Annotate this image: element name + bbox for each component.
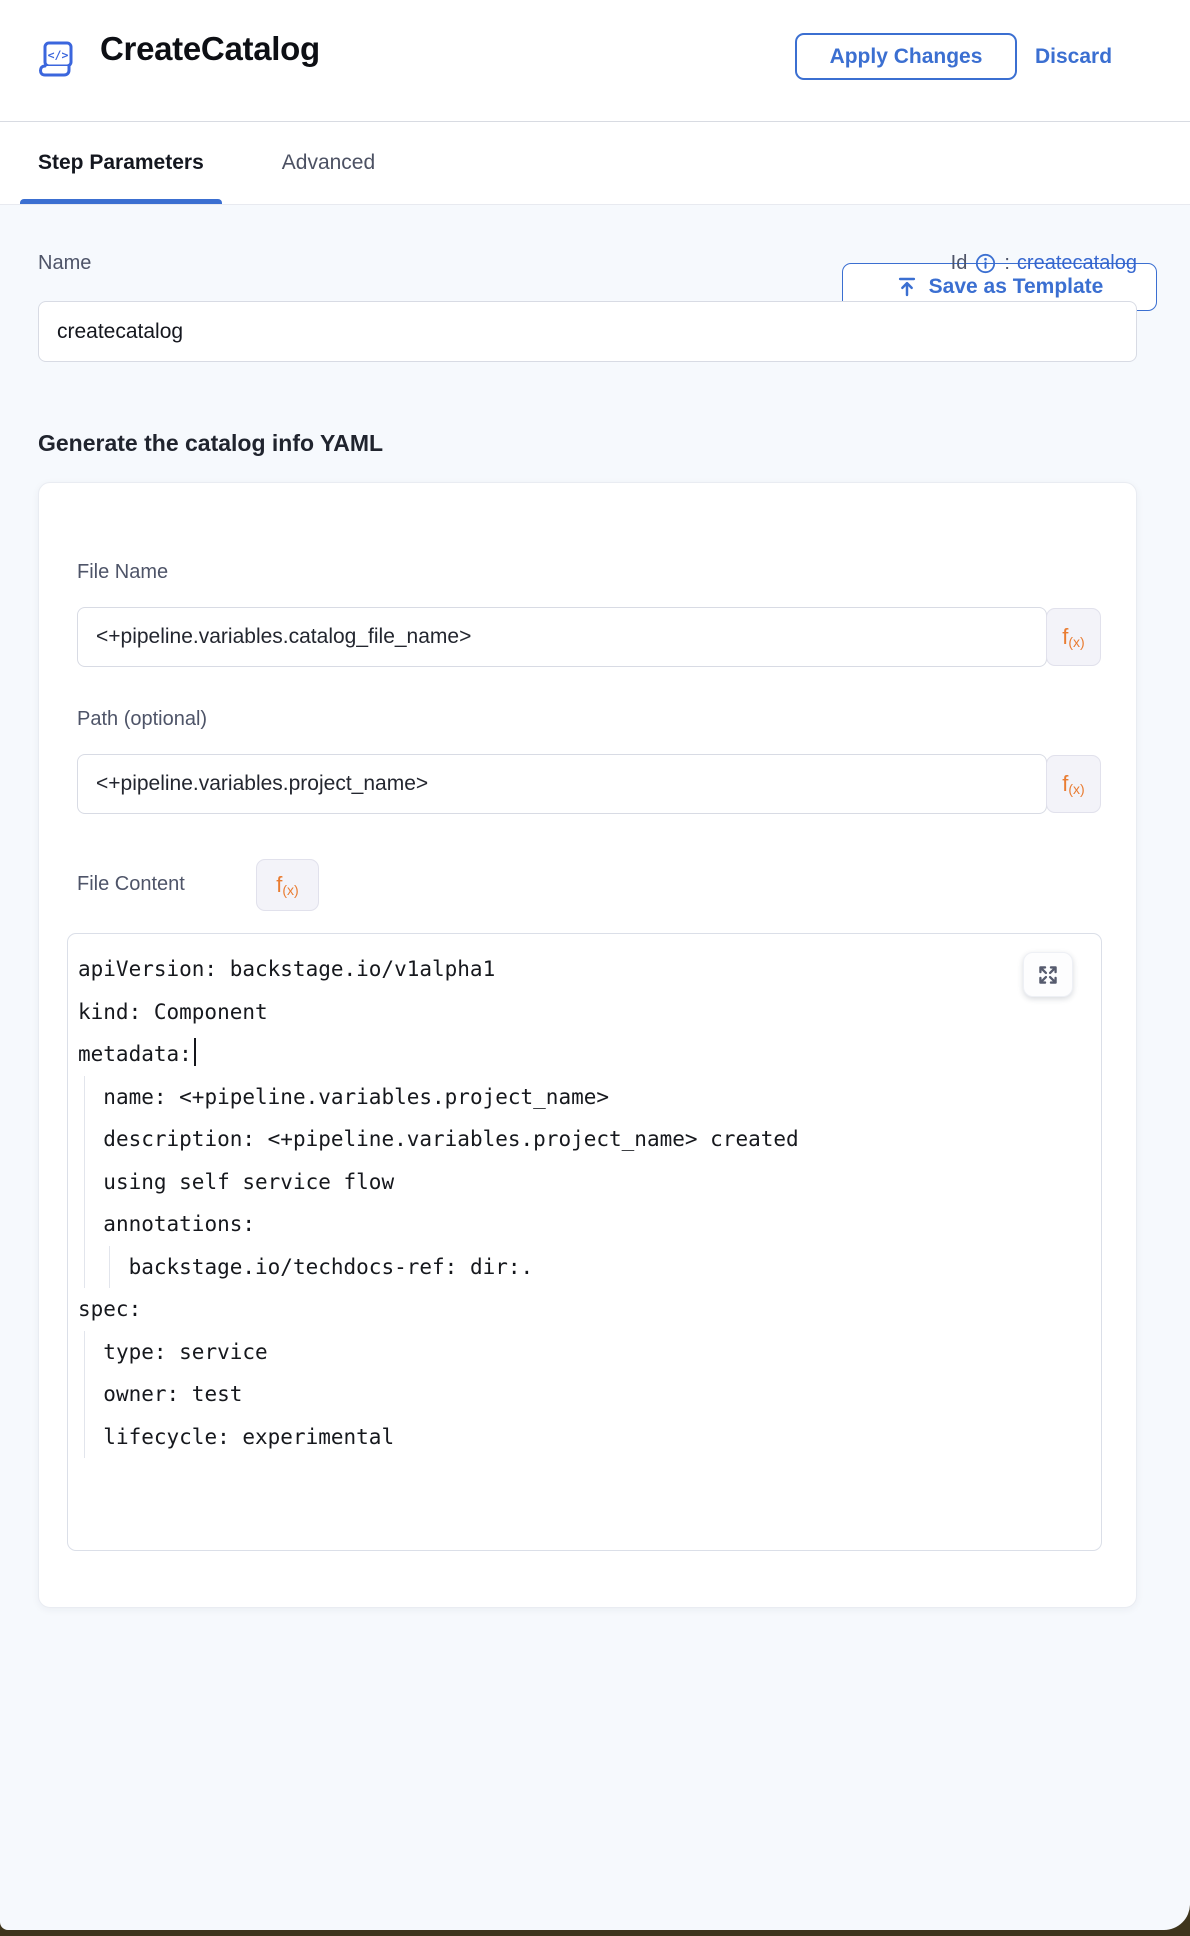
- code-line: lifecycle: experimental: [68, 1416, 1101, 1459]
- tab-label: Step Parameters: [38, 151, 204, 175]
- indent-guide: [84, 1373, 85, 1416]
- tab-bar: Step ParametersAdvanced Save as Template: [0, 122, 1190, 205]
- path-fx-button[interactable]: f(x): [1046, 755, 1101, 813]
- id-value: createcatalog: [1017, 252, 1137, 275]
- indent-guide: [84, 1161, 85, 1204]
- tab-step-parameters[interactable]: Step Parameters: [38, 122, 204, 204]
- step-fields-card: File Name f(x) Path (optional) f(x) File…: [38, 482, 1137, 1608]
- indent-guide: [84, 1331, 85, 1374]
- file-name-label: File Name: [77, 561, 168, 584]
- code-text: metadata:: [68, 1033, 192, 1076]
- upload-icon: [896, 276, 918, 298]
- tab-list: Step Parameters Advanced: [38, 122, 375, 204]
- path-label: Path (optional): [77, 708, 207, 731]
- code-text: backstage.io/techdocs-ref: dir:.: [68, 1246, 533, 1289]
- id-separator: :: [1004, 252, 1010, 275]
- code-text: name: <+pipeline.variables.project_name>: [68, 1076, 609, 1119]
- indent-guide: [84, 1203, 85, 1246]
- save-as-template-label: Save as Template: [929, 275, 1104, 299]
- tab-advanced[interactable]: Advanced: [282, 122, 375, 204]
- code-text: kind: Component: [68, 991, 268, 1034]
- expand-editor-button[interactable]: [1023, 952, 1073, 997]
- code-text: annotations:: [68, 1203, 255, 1246]
- indent-guide: [84, 1416, 85, 1459]
- id-row: Id : createcatalog: [951, 252, 1137, 275]
- discard-button[interactable]: Discard: [1035, 45, 1112, 69]
- file-content-fx-button[interactable]: f(x): [256, 859, 319, 911]
- file-content-code-editor[interactable]: apiVersion: backstage.io/v1alpha1kind: C…: [67, 933, 1102, 1551]
- info-icon[interactable]: [974, 252, 997, 275]
- code-line: description: <+pipeline.variables.projec…: [68, 1118, 1101, 1161]
- code-line: apiVersion: backstage.io/v1alpha1: [68, 948, 1101, 991]
- id-label: Id: [951, 252, 968, 275]
- step-config-panel: </> CreateCatalog Apply Changes Discard …: [0, 0, 1190, 1930]
- fullscreen-expand-icon: [1037, 964, 1059, 986]
- name-input[interactable]: [38, 301, 1137, 362]
- code-text: type: service: [68, 1331, 268, 1374]
- panel-header: </> CreateCatalog Apply Changes Discard: [0, 0, 1190, 122]
- code-line: metadata:: [68, 1033, 1101, 1076]
- indent-guide: [109, 1246, 110, 1289]
- code-line: owner: test: [68, 1373, 1101, 1416]
- file-name-input[interactable]: [77, 607, 1047, 667]
- code-text: lifecycle: experimental: [68, 1416, 394, 1459]
- code-line: kind: Component: [68, 991, 1101, 1034]
- fx-sub-label: (x): [1068, 782, 1084, 796]
- code-line: annotations:: [68, 1203, 1101, 1246]
- code-text: description: <+pipeline.variables.projec…: [68, 1118, 799, 1161]
- file-content-label: File Content: [77, 873, 185, 896]
- svg-text:</>: </>: [48, 48, 69, 62]
- indent-guide: [84, 1246, 85, 1289]
- code-line: using self service flow: [68, 1161, 1101, 1204]
- fx-sub-label: (x): [1068, 635, 1084, 649]
- fx-sub-label: (x): [282, 883, 298, 897]
- code-line: type: service: [68, 1331, 1101, 1374]
- text-caret: [194, 1038, 197, 1066]
- code-text: owner: test: [68, 1373, 242, 1416]
- code-line: backstage.io/techdocs-ref: dir:.: [68, 1246, 1101, 1289]
- name-label: Name: [38, 252, 91, 275]
- section-heading: Generate the catalog info YAML: [38, 430, 383, 457]
- script-step-icon: </>: [38, 40, 78, 80]
- page-title: CreateCatalog: [100, 30, 320, 68]
- code-line: name: <+pipeline.variables.project_name>: [68, 1076, 1101, 1119]
- path-input[interactable]: [77, 754, 1047, 814]
- code-text: spec:: [68, 1288, 141, 1331]
- code-text: apiVersion: backstage.io/v1alpha1: [68, 948, 495, 991]
- indent-guide: [84, 1118, 85, 1161]
- code-text: using self service flow: [68, 1161, 394, 1204]
- apply-changes-button[interactable]: Apply Changes: [795, 33, 1017, 80]
- code-editor-lines: apiVersion: backstage.io/v1alpha1kind: C…: [68, 948, 1101, 1458]
- indent-guide: [84, 1076, 85, 1119]
- tab-label: Advanced: [282, 151, 375, 175]
- file-name-fx-button[interactable]: f(x): [1046, 608, 1101, 666]
- code-line: spec:: [68, 1288, 1101, 1331]
